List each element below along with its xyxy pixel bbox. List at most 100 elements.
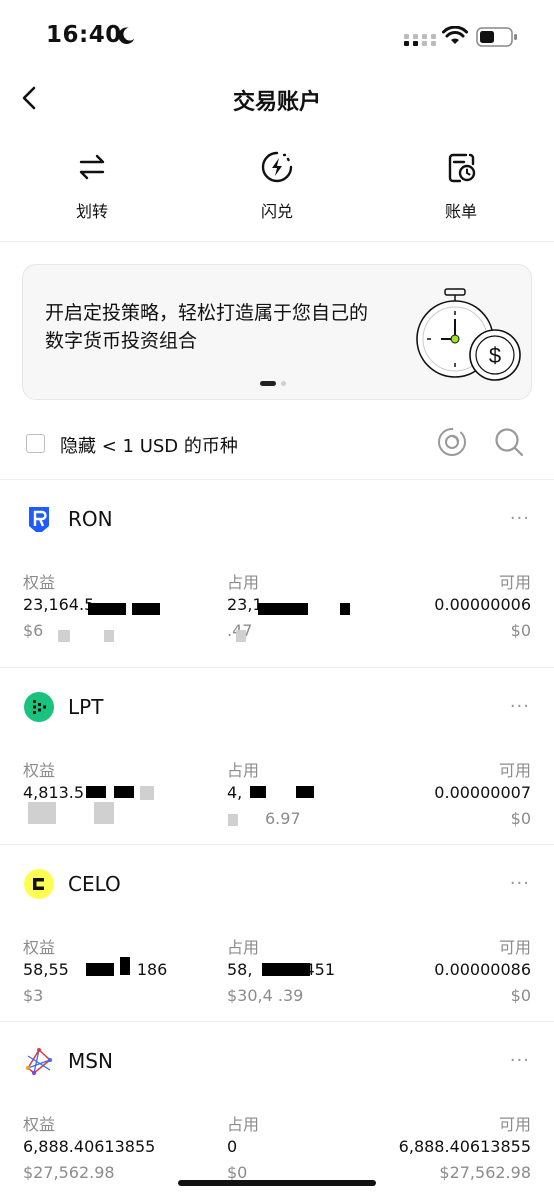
redaction bbox=[140, 786, 154, 800]
hide-small-checkbox[interactable] bbox=[26, 434, 45, 453]
flash-convert-icon bbox=[261, 151, 293, 183]
equity-label: 权益 bbox=[23, 761, 56, 780]
carousel-dot-active bbox=[260, 381, 276, 386]
available-value: 6,888.40613855 bbox=[398, 1137, 531, 1156]
redaction bbox=[236, 630, 246, 642]
promo-banner[interactable]: 开启定投策略，轻松打造属于您自己的数字货币投资组合 $ bbox=[22, 264, 532, 400]
available-column: 可用 0.00000086 $0 bbox=[434, 934, 531, 1008]
redaction bbox=[120, 957, 130, 975]
filter-row: 隐藏 < 1 USD 的币种 bbox=[0, 424, 554, 464]
equity-label: 权益 bbox=[23, 938, 56, 957]
redaction bbox=[258, 603, 308, 615]
equity-column: 权益 6,888.40613855 $27,562.98 bbox=[23, 1111, 155, 1185]
used-usd: $30,4 .39 bbox=[227, 986, 304, 1005]
page-title: 交易账户 bbox=[232, 90, 321, 115]
available-column: 可用 6,888.40613855 $27,562.98 bbox=[399, 1111, 531, 1185]
available-label: 可用 bbox=[498, 573, 531, 592]
divider bbox=[0, 241, 554, 242]
redaction bbox=[228, 814, 238, 826]
moon-icon bbox=[118, 27, 135, 44]
equity-value: 6,888.40613855 bbox=[23, 1137, 156, 1156]
bill-icon bbox=[448, 153, 476, 183]
used-label: 占用 bbox=[227, 573, 260, 592]
equity-usd: $3 bbox=[23, 986, 44, 1005]
available-label: 可用 bbox=[498, 761, 531, 780]
flash-convert-button[interactable]: 闪兑 bbox=[217, 150, 337, 222]
bill-label: 账单 bbox=[444, 202, 477, 221]
msn-coin-icon bbox=[26, 1048, 52, 1075]
transfer-button[interactable]: 划转 bbox=[32, 150, 152, 222]
used-value-head: 58, bbox=[227, 960, 253, 979]
redaction bbox=[262, 963, 310, 976]
transfer-icon bbox=[79, 154, 105, 180]
used-label: 占用 bbox=[227, 938, 260, 957]
transfer-label: 划转 bbox=[75, 202, 108, 221]
banner-text: 开启定投策略，轻松打造属于您自己的数字货币投资组合 bbox=[45, 302, 369, 352]
available-usd: $0 bbox=[510, 621, 531, 640]
asset-card-celo[interactable]: CELO ··· 权益 58,55 186 $3 占用 58, 451 $30,4 … bbox=[0, 844, 554, 1021]
celo-coin-icon bbox=[24, 869, 54, 899]
equity-label: 权益 bbox=[23, 1115, 56, 1134]
used-usd: 6.97 bbox=[265, 809, 301, 828]
hide-small-label: 隐藏 < 1 USD 的币种 bbox=[60, 436, 238, 457]
more-icon[interactable]: ··· bbox=[510, 873, 530, 894]
svg-text:$: $ bbox=[489, 343, 501, 368]
pie-chart-icon[interactable] bbox=[436, 426, 468, 458]
redaction bbox=[114, 786, 134, 798]
status-time: 16:40 bbox=[46, 22, 122, 48]
equity-value: 23,164.5 bbox=[23, 595, 95, 614]
available-value: 0.00000006 bbox=[434, 595, 531, 614]
search-icon[interactable] bbox=[493, 426, 525, 458]
equity-value-tail: 186 bbox=[136, 960, 168, 979]
wifi-icon bbox=[442, 26, 468, 44]
quick-actions: 划转 闪兑 账单 bbox=[0, 150, 554, 230]
battery-icon bbox=[476, 27, 517, 47]
lpt-coin-icon bbox=[24, 692, 54, 722]
used-label: 占用 bbox=[227, 761, 260, 780]
redaction bbox=[132, 603, 160, 615]
available-value: 0.00000007 bbox=[434, 783, 531, 802]
more-icon[interactable]: ··· bbox=[510, 696, 530, 717]
redaction bbox=[88, 603, 126, 615]
redaction bbox=[58, 630, 70, 642]
redaction bbox=[28, 802, 56, 824]
equity-label: 权益 bbox=[23, 573, 56, 592]
carousel-dot bbox=[281, 381, 286, 386]
nav-bar: 交易账户 bbox=[0, 72, 554, 124]
available-column: 可用 0.00000007 $0 bbox=[434, 757, 531, 831]
available-value: 0.00000086 bbox=[434, 960, 531, 979]
asset-card-lpt[interactable]: LPT ··· 权益 4,813.5 占用 4, 6.97 可用 0.00000… bbox=[0, 667, 554, 844]
coin-name: LPT bbox=[68, 695, 104, 719]
redaction bbox=[340, 603, 350, 615]
available-usd: $27,562.98 bbox=[439, 1163, 531, 1182]
used-value: 0 bbox=[227, 1137, 238, 1156]
coin-name: CELO bbox=[68, 872, 121, 896]
flash-convert-label: 闪兑 bbox=[260, 202, 293, 221]
asset-card-msn[interactable]: MSN ··· 权益 6,888.40613855 $27,562.98 占用 … bbox=[0, 1021, 554, 1198]
bill-button[interactable]: 账单 bbox=[401, 150, 521, 222]
equity-value-head: 58,55 bbox=[23, 960, 69, 979]
home-indicator bbox=[178, 1180, 376, 1186]
redaction bbox=[296, 786, 314, 798]
available-label: 可用 bbox=[498, 938, 531, 957]
redaction bbox=[94, 802, 114, 824]
equity-usd: $27,562.98 bbox=[23, 1163, 115, 1182]
used-label: 占用 bbox=[227, 1115, 260, 1134]
signal-icon bbox=[404, 34, 436, 46]
redaction bbox=[86, 786, 106, 798]
available-usd: $0 bbox=[510, 809, 531, 828]
redaction bbox=[86, 963, 114, 976]
more-icon[interactable]: ··· bbox=[510, 508, 530, 529]
status-bar: 16:40 bbox=[0, 0, 554, 72]
clock-coin-icon: $ bbox=[416, 288, 521, 381]
ron-coin-icon bbox=[29, 507, 49, 532]
available-usd: $0 bbox=[510, 986, 531, 1005]
used-column: 占用 0 $0 bbox=[227, 1111, 259, 1185]
asset-card-ron[interactable]: RON ··· 权益 23,164.5 $6 占用 23,1 .47 可用 0.… bbox=[0, 479, 554, 656]
redaction bbox=[104, 630, 114, 642]
coin-name: RON bbox=[68, 507, 113, 531]
redaction bbox=[250, 786, 266, 798]
more-icon[interactable]: ··· bbox=[510, 1050, 530, 1071]
available-column: 可用 0.00000006 $0 bbox=[434, 569, 531, 643]
available-label: 可用 bbox=[498, 1115, 531, 1134]
